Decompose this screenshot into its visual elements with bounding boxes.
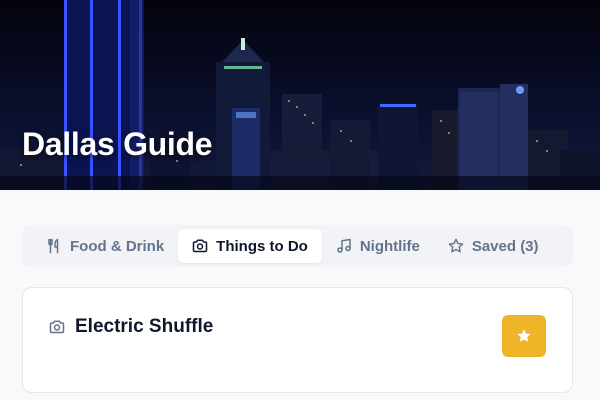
tab-label: Nightlife bbox=[359, 237, 420, 255]
tab-things-to-do[interactable]: Things to Do bbox=[178, 229, 322, 263]
place-card: Electric Shuffle bbox=[22, 287, 573, 393]
tab-food-drink[interactable]: Food & Drink bbox=[32, 229, 178, 263]
hero-banner: Dallas Guide bbox=[0, 0, 600, 190]
page-title: Dallas Guide bbox=[22, 126, 213, 162]
tab-label: Saved (3) bbox=[471, 237, 539, 255]
favorite-button[interactable] bbox=[502, 315, 546, 357]
category-tabs: Food & Drink Things to Do Nightlife Save… bbox=[22, 225, 573, 267]
utensils-icon bbox=[48, 238, 59, 254]
place-header: Electric Shuffle bbox=[49, 316, 213, 338]
tab-saved[interactable]: Saved (3) bbox=[434, 229, 553, 263]
camera-icon bbox=[192, 239, 208, 253]
tab-nightlife[interactable]: Nightlife bbox=[322, 229, 434, 263]
star-icon bbox=[517, 329, 531, 342]
tab-label: Food & Drink bbox=[70, 237, 165, 255]
star-outline-icon bbox=[448, 238, 464, 253]
music-note-icon bbox=[337, 238, 351, 253]
camera-icon bbox=[49, 320, 65, 334]
main-content: Food & Drink Things to Do Nightlife Save… bbox=[0, 190, 600, 400]
tab-label: Things to Do bbox=[216, 237, 308, 255]
place-name: Electric Shuffle bbox=[75, 316, 214, 337]
